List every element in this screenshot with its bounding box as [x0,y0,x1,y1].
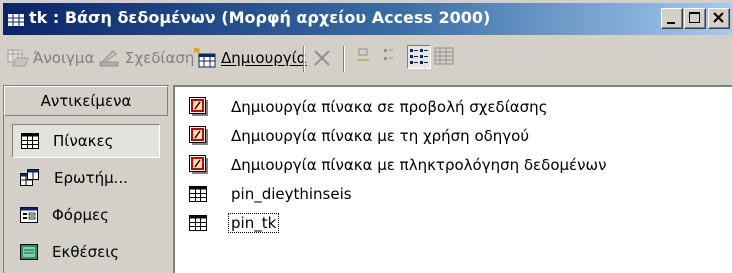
list-item-label: pin_tk [227,213,280,233]
list-view-button[interactable] [407,45,431,69]
objects-item-tables[interactable]: Πίνακες [12,124,160,158]
delete-button[interactable] [311,46,333,70]
new-button[interactable]: Δημιουργία [193,46,307,70]
delete-icon [314,50,330,66]
objects-item-label: Πίνακες [53,132,114,150]
list-item-label: Δημιουργία πίνακα με πληκτρολόγηση δεδομ… [231,156,607,174]
title-bar[interactable]: tk : Βάση δεδομένων (Μορφή αρχείου Acces… [3,3,732,35]
database-window: tk : Βάση δεδομένων (Μορφή αρχείου Acces… [0,0,733,273]
maximize-icon [689,12,700,23]
list-item-label: Δημιουργία πίνακα σε προβολή σχεδίασης [231,98,548,116]
close-button[interactable] [708,8,730,29]
objects-item-label: Ερωτήμ... [54,169,128,187]
report-icon [20,244,38,260]
small-icons-view-button[interactable] [381,45,405,69]
objects-item-label: Εκθέσεις [52,243,120,261]
details-view-button[interactable] [433,45,457,69]
list-item[interactable]: Δημιουργία πίνακα με πληκτρολόγηση δεδομ… [189,153,606,177]
query-icon [20,169,39,186]
close-icon [713,12,724,23]
objects-item-label: Φόρμες [52,206,109,224]
object-list: Δημιουργία πίνακα σε προβολή σχεδίασης Δ… [173,85,732,273]
toolbar-separator [343,46,345,72]
design-label: Σχεδίαση [125,49,195,67]
list-view-icon [410,49,428,64]
objects-item-reports[interactable]: Εκθέσεις [12,235,160,269]
toolbar-separator [303,46,305,72]
list-item[interactable]: Δημιουργία πίνακα σε προβολή σχεδίασης [189,95,548,119]
table-icon [189,215,207,231]
table-icon [189,186,207,202]
table-icon [21,133,39,149]
wizard-icon [189,97,208,116]
objects-item-queries[interactable]: Ερωτήμ... [12,161,160,195]
list-item[interactable]: pin_tk [189,211,280,235]
open-label: Άνοιγμα [33,49,95,67]
design-icon [99,50,119,67]
form-icon [20,207,38,223]
database-toolbar: Άνοιγμα Σχεδίαση Δημιουργία [3,37,732,81]
open-icon [7,49,29,67]
wizard-icon [189,155,208,174]
maximize-button[interactable] [684,8,706,29]
large-icons-view-icon [357,48,369,61]
list-item-label: Δημιουργία πίνακα με τη χρήση οδηγού [231,127,530,145]
small-icons-view-icon [384,49,393,60]
objects-item-forms[interactable]: Φόρμες [12,198,160,232]
list-item-label: pin_dieythinseis [231,185,352,203]
objects-header[interactable]: Αντικείμενα [4,86,168,116]
details-view-icon [434,47,454,65]
minimize-icon [667,22,675,24]
minimize-button[interactable] [661,8,683,29]
new-icon [193,47,216,68]
list-item[interactable]: Δημιουργία πίνακα με τη χρήση οδηγού [189,124,529,148]
database-window-icon [7,10,25,27]
list-item[interactable]: pin_dieythinseis [189,182,352,206]
large-icons-view-button[interactable] [353,45,377,69]
objects-pane: Αντικείμενα Πίνακες Ερωτήμ... Φόρμες Εκθ… [3,85,169,273]
wizard-icon [189,126,208,145]
new-label: Δημιουργία [221,49,307,67]
open-button[interactable]: Άνοιγμα [7,46,94,70]
window-controls [660,8,730,30]
window-title: tk : Βάση δεδομένων (Μορφή αρχείου Acces… [29,8,491,27]
design-button[interactable]: Σχεδίαση [99,46,194,70]
